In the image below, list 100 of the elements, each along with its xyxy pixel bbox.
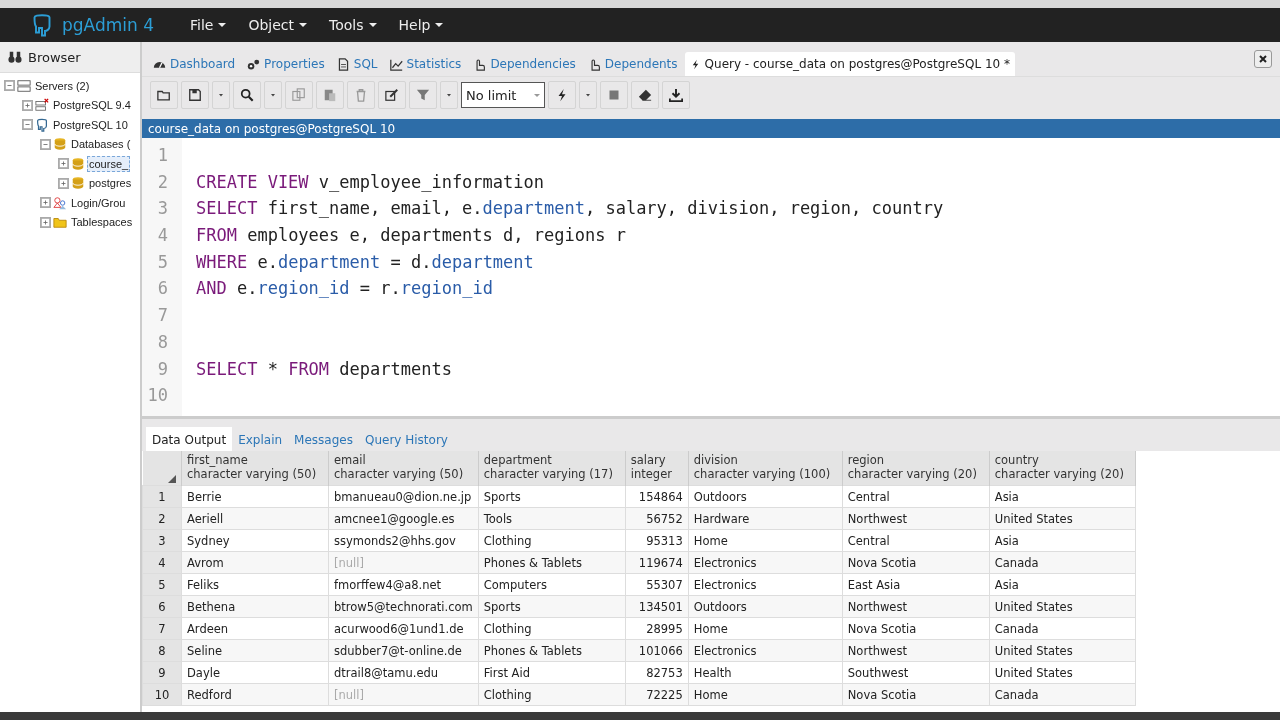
table-cell: Electronics <box>688 551 843 574</box>
menu-item[interactable]: Tools <box>329 17 377 33</box>
table-cell: bmanueau0@dion.ne.jp <box>328 485 479 508</box>
column-header[interactable]: division character varying (100) <box>688 451 843 486</box>
menu-item[interactable]: File <box>190 17 227 33</box>
line-number: 9 <box>156 357 169 381</box>
tab[interactable]: SQL <box>331 52 383 76</box>
expand-toggle[interactable] <box>40 197 51 209</box>
toolbar-button[interactable] <box>150 81 178 109</box>
column-header[interactable]: salary integer <box>625 451 689 486</box>
close-button[interactable] <box>1254 50 1272 68</box>
caret-icon <box>217 91 225 99</box>
table-cell: Redford <box>181 683 329 706</box>
search-icon <box>240 88 254 102</box>
table-cell: Ardeen <box>181 617 329 640</box>
table-cell: United States <box>989 595 1136 618</box>
menu-item[interactable]: Help <box>398 17 444 33</box>
code-line: SELECT first_name, email, e.department, salary, division, region, country <box>196 197 945 221</box>
toolbar-button[interactable] <box>233 81 261 109</box>
tree-item[interactable]: Databases ( <box>69 136 133 153</box>
tree-item[interactable]: PostgreSQL 10 <box>51 116 130 133</box>
toolbar-button[interactable] <box>378 81 406 109</box>
folder-icon <box>157 88 171 102</box>
table-cell: 28995 <box>625 617 689 640</box>
table-cell: Asia <box>989 529 1136 552</box>
collapse-toggle[interactable] <box>4 80 15 92</box>
table-cell: Nova Scotia <box>842 683 990 706</box>
table-cell: Hardware <box>688 507 843 530</box>
file-icon <box>336 57 350 71</box>
code-line: CREATE VIEW v_employee_information <box>196 170 545 194</box>
collapse-toggle[interactable] <box>40 138 51 150</box>
tab[interactable]: Dependents <box>582 52 683 76</box>
tab[interactable]: Data Output <box>146 427 233 451</box>
table-cell: Phones & Tablets <box>478 551 626 574</box>
table-cell: Home <box>688 617 843 640</box>
table-cell: 82753 <box>625 661 689 684</box>
row-number: 5 <box>142 573 182 596</box>
table-cell: 154864 <box>625 485 689 508</box>
tree-item[interactable]: Servers (2) <box>33 77 92 94</box>
tab[interactable]: Properties <box>242 52 330 76</box>
table-cell: sdubber7@t-online.de <box>328 639 479 662</box>
expand-toggle[interactable] <box>40 216 51 228</box>
tab[interactable]: Statistics <box>384 52 467 76</box>
tree-item[interactable]: postgres <box>87 175 134 192</box>
table-cell: Phones & Tablets <box>478 639 626 662</box>
code-line: WHERE e.department = d.department <box>196 250 535 274</box>
toolbar-button[interactable] <box>181 81 209 109</box>
row-number: 9 <box>142 661 182 684</box>
expand-toggle[interactable] <box>58 158 69 170</box>
table-cell: Health <box>688 661 843 684</box>
database-icon <box>71 156 85 171</box>
tree-item[interactable]: Tablespaces <box>69 214 135 231</box>
table-cell: Outdoors <box>688 485 843 508</box>
column-header[interactable]: email character varying (50) <box>328 451 479 486</box>
database-icon <box>71 176 85 191</box>
table-cell: Northwest <box>842 595 990 618</box>
table-cell: Tools <box>478 507 626 530</box>
toolbar-button[interactable] <box>662 81 690 109</box>
column-header[interactable]: country character varying (20) <box>989 451 1136 486</box>
trash-icon <box>354 88 368 102</box>
tab[interactable]: Query - course_data on postgres@PostgreSQL 10 * <box>684 52 1015 76</box>
toolbar-button[interactable] <box>631 81 659 109</box>
table-cell: Southwest <box>842 661 990 684</box>
table-cell: United States <box>989 639 1136 662</box>
limit-select[interactable]: No limit <box>461 82 545 108</box>
table-cell: Canada <box>989 551 1136 574</box>
line-number: 7 <box>156 304 169 328</box>
close-icon <box>1259 55 1267 63</box>
column-header[interactable]: first_name character varying (50) <box>181 451 329 486</box>
table-cell: First Aid <box>478 661 626 684</box>
caret-icon <box>435 22 444 28</box>
caret-icon <box>534 93 540 97</box>
tree-item[interactable]: Login/Grou <box>69 194 128 211</box>
tab[interactable]: Dashboard <box>148 52 241 76</box>
tree-item[interactable]: PostgreSQL 9.4 <box>51 97 133 114</box>
sort-icon[interactable] <box>168 475 176 483</box>
stop-icon <box>608 89 620 101</box>
tab[interactable]: Dependencies <box>468 52 581 76</box>
copy-icon <box>292 88 306 102</box>
expand-toggle[interactable] <box>22 99 33 111</box>
column-header[interactable]: department character varying (17) <box>478 451 626 486</box>
tab[interactable]: Explain <box>232 427 289 451</box>
eraser-icon <box>638 88 652 102</box>
collapse-toggle[interactable] <box>22 119 33 131</box>
column-header[interactable]: region character varying (20) <box>842 451 990 486</box>
table-cell: Feliks <box>181 573 329 596</box>
database-icon <box>53 137 67 152</box>
toolbar-button[interactable] <box>548 81 576 109</box>
servers-icon <box>17 78 31 93</box>
expand-toggle[interactable] <box>58 177 69 189</box>
line-number: 5 <box>156 250 169 274</box>
caret-icon <box>269 91 277 99</box>
tab[interactable]: Query History <box>358 427 454 451</box>
tree-item[interactable]: course_ <box>87 155 131 172</box>
table-cell: Northwest <box>842 507 990 530</box>
table-cell: Clothing <box>478 617 626 640</box>
tab[interactable]: Messages <box>288 427 359 451</box>
menu-item[interactable]: Object <box>248 17 308 33</box>
caret-icon <box>299 22 308 28</box>
table-cell: Sydney <box>181 529 329 552</box>
